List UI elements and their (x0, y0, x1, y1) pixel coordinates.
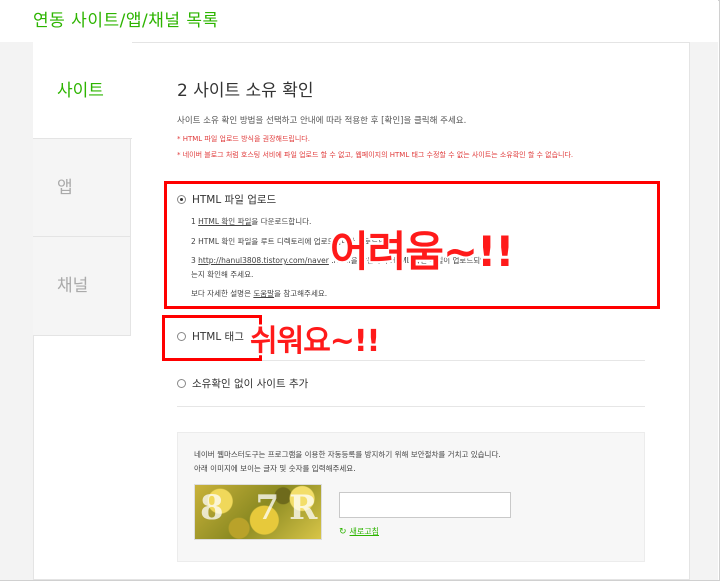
step-title: 2 사이트 소유 확인 (177, 81, 314, 101)
tab-site[interactable]: 사이트 (33, 42, 132, 139)
notice-restriction: * 네이버 블로그 처럼 호스팅 서비에 파일 업로드 할 수 없고, 웹페이지… (177, 151, 574, 159)
help-suffix: 을 참고해주세요. (274, 289, 328, 298)
captcha-refresh-button[interactable]: ↻ 새로고침 (339, 526, 379, 537)
captcha-input[interactable] (339, 492, 511, 518)
tab-app-label: 앱 (57, 178, 73, 198)
refresh-icon: ↻ (339, 526, 347, 537)
html-file-step-1: 1 HTML 확인 파일을 다운로드합니다. (191, 216, 311, 227)
divider (177, 360, 645, 361)
notice-recommend: * HTML 파일 업로드 방식을 권장해드립니다. (177, 135, 310, 143)
radio-html-file[interactable] (177, 195, 186, 204)
divider (177, 406, 645, 407)
radio-no-verify[interactable] (177, 379, 186, 388)
help-link[interactable]: 도움말 (253, 289, 274, 298)
tab-list: 사이트 앱 채널 (33, 42, 132, 336)
html-file-download-link[interactable]: HTML 확인 파일 (198, 217, 251, 226)
verify-url-link[interactable]: http://hanul3808.tistory.com/naver (198, 256, 329, 265)
tab-site-label: 사이트 (57, 81, 104, 101)
annotation-hard: 어려움~!! (330, 227, 514, 276)
page-title: 연동 사이트/앱/채널 목록 (33, 11, 219, 31)
option-html-file-label: HTML 파일 업로드 (192, 194, 277, 206)
html-file-step-3-cont: 는지 확인해 주세요. (191, 270, 254, 279)
captcha-image-text: 8 7R (200, 488, 328, 528)
option-html-tag[interactable]: HTML 태그 (177, 329, 244, 344)
tab-channel-label: 채널 (57, 276, 89, 296)
option-html-file[interactable]: HTML 파일 업로드 (177, 192, 276, 207)
annotation-easy: 쉬워요~!! (250, 324, 380, 359)
help-prefix: 보다 자세한 설명은 (191, 289, 254, 298)
captcha-instruction: 아래 이미지에 보이는 글자 및 숫자를 입력해주세요. (194, 464, 356, 473)
refresh-label: 새로고침 (349, 527, 379, 536)
radio-html-tag[interactable] (177, 332, 186, 341)
captcha-description: 네이버 웹마스터도구는 프로그램을 이용한 자동등록를 방지하기 위해 보안절차… (194, 450, 501, 459)
page-header: 연동 사이트/앱/채널 목록 (0, 0, 718, 42)
option-no-verify[interactable]: 소유확인 없이 사이트 추가 (177, 376, 308, 391)
step-1-suffix: 을 다운로드합니다. (251, 217, 312, 226)
option-html-tag-label: HTML 태그 (192, 331, 244, 343)
html-file-help: 보다 자세한 설명은 도움말을 참고해주세요. (191, 288, 327, 299)
tab-channel[interactable]: 채널 (33, 237, 131, 336)
step-description: 사이트 소유 확인 방법을 선택하고 안내에 따라 적용한 후 [확인]을 클릭… (177, 116, 467, 126)
tab-app[interactable]: 앱 (33, 139, 131, 237)
option-no-verify-label: 소유확인 없이 사이트 추가 (192, 378, 309, 390)
